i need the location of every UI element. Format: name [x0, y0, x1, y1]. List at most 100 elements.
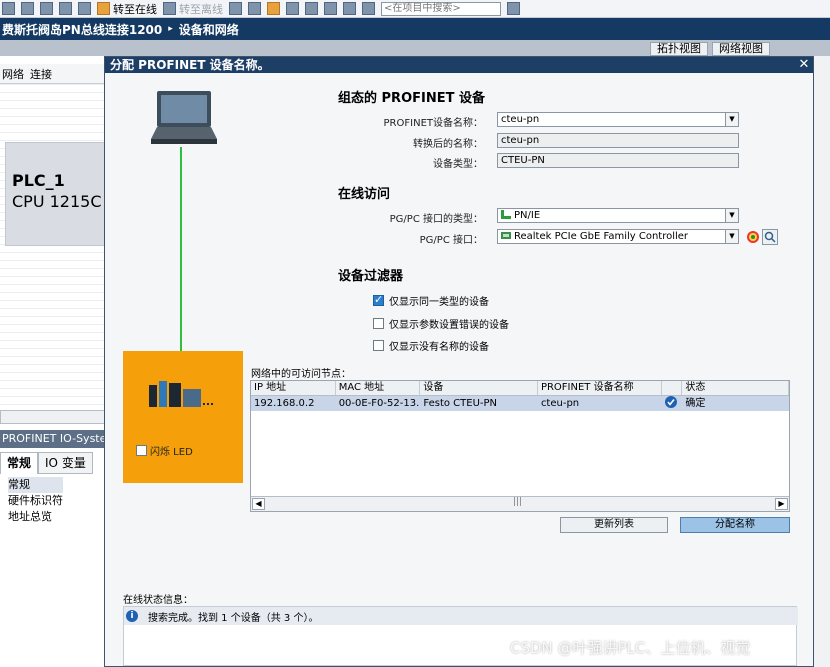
tab-topology-view[interactable]: 拓扑视图: [650, 42, 708, 56]
filter-no-name-checkbox[interactable]: 仅显示没有名称的设备: [373, 338, 489, 353]
cell-status-icon: [662, 396, 682, 411]
converted-name-label: 转换后的名称：: [413, 139, 483, 150]
view-tabs: 拓扑视图 网络视图: [650, 42, 770, 56]
tab-general[interactable]: 常规: [0, 452, 39, 474]
plc-name: PLC_1: [12, 171, 65, 190]
ok-check-icon: [665, 396, 678, 408]
split-vertical-icon[interactable]: [324, 2, 337, 15]
nav-item-address-overview[interactable]: 地址总览: [8, 509, 63, 525]
target-device-panel: 闪烁 LED: [123, 351, 243, 483]
scroll-left-icon[interactable]: ◀: [252, 498, 265, 510]
filter-same-type-label: 仅显示同一类型的设备: [389, 297, 489, 308]
chevron-down-icon[interactable]: ▼: [725, 230, 738, 243]
laptop-icon: [151, 91, 217, 144]
accessible-nodes-table: IP 地址 MAC 地址 设备 PROFINET 设备名称 状态 192.168…: [250, 380, 790, 512]
go-online-icon: [97, 2, 110, 15]
project-search-input[interactable]: <在项目中搜索>: [381, 1, 501, 16]
section-online-access: 在线访问: [338, 187, 391, 202]
scroll-grip-icon[interactable]: |||: [513, 497, 522, 507]
window-arrange-icon[interactable]: [362, 2, 375, 15]
tab-network-view[interactable]: 网络视图: [712, 42, 770, 56]
breadcrumb-section[interactable]: 设备和网络: [179, 21, 239, 38]
device-name-label: PROFINET设备名称：: [383, 118, 483, 129]
main-toolbar: 转至在线 转至离线 <在项目中搜索>: [0, 0, 830, 18]
simulation-icon[interactable]: [78, 2, 91, 15]
tab-network[interactable]: 网络: [2, 66, 24, 82]
filter-param-error-box[interactable]: [373, 318, 384, 329]
upload-icon[interactable]: [59, 2, 72, 15]
nav-item-hardware-id[interactable]: 硬件标识符: [8, 493, 63, 509]
cell-mac: 00-0E-F0-52-13...: [338, 398, 421, 409]
io-system-header: PROFINET IO-System: [0, 430, 106, 448]
cell-status: 确定: [685, 398, 706, 409]
close-icon[interactable]: ✕: [796, 57, 812, 73]
split-horizontal-icon[interactable]: [305, 2, 318, 15]
dialog-title-bar: 分配 PROFINET 设备名称。 ✕: [105, 57, 813, 73]
device-name-value: cteu-pn: [501, 114, 540, 125]
go-online-button[interactable]: 转至在线: [97, 1, 157, 17]
network-card-icon: [501, 232, 511, 239]
ethernet-icon: [501, 210, 511, 219]
pgpc-type-value: PN/IE: [514, 210, 541, 221]
blink-led-box[interactable]: [136, 445, 147, 456]
column-header-device[interactable]: 设备: [420, 381, 538, 395]
download-icon[interactable]: [40, 2, 53, 15]
network-canvas[interactable]: [0, 84, 106, 410]
column-header-profinet-name[interactable]: PROFINET 设备名称: [538, 381, 663, 395]
blink-led-label: 闪烁 LED: [150, 447, 193, 458]
assign-name-button[interactable]: 分配名称: [680, 517, 790, 533]
canvas-scrollbar[interactable]: [0, 410, 106, 424]
cross-reference-icon[interactable]: [286, 2, 299, 15]
pgpc-interface-label: PG/PC 接口：: [419, 235, 483, 246]
go-online-label: 转至在线: [113, 2, 157, 16]
status-message: 搜索完成。找到 1 个设备（共 3 个）。: [148, 612, 319, 624]
undo-icon[interactable]: [2, 2, 15, 15]
column-header-icon[interactable]: [662, 381, 683, 395]
assign-device-name-dialog: 分配 PROFINET 设备名称。 ✕ 闪烁 LED 组态的 PROFINET …: [104, 56, 814, 667]
column-header-ip[interactable]: IP 地址: [251, 381, 336, 395]
device-type-field: CTEU-PN: [497, 153, 739, 168]
nav-item-general[interactable]: 常规: [8, 477, 63, 493]
plc-device-box[interactable]: PLC_1 CPU 1215C: [5, 142, 106, 246]
go-offline-label: 转至离线: [179, 2, 223, 16]
chevron-down-icon[interactable]: ▼: [725, 113, 738, 126]
column-header-status[interactable]: 状态: [682, 381, 789, 395]
table-scrollbar[interactable]: ◀ ||| ▶: [251, 496, 789, 511]
device-name-field[interactable]: cteu-pn ▼: [497, 112, 739, 127]
compile-icon[interactable]: [21, 2, 34, 15]
stop-cpu-icon[interactable]: [267, 2, 280, 15]
connection-status-icon[interactable]: [746, 230, 760, 244]
filter-same-type-box[interactable]: [373, 293, 384, 306]
window-icon[interactable]: [343, 2, 356, 15]
breadcrumb-project[interactable]: 费斯托阀岛PN总线连接1200: [2, 21, 162, 38]
filter-same-type-checkbox[interactable]: 仅显示同一类型的设备: [373, 293, 489, 308]
search-go-icon[interactable]: [507, 2, 520, 15]
blink-led-checkbox[interactable]: 闪烁 LED: [136, 443, 193, 458]
valve-terminal-icon: [149, 381, 213, 407]
go-offline-button[interactable]: 转至离线: [163, 1, 223, 17]
search-icon[interactable]: [762, 229, 778, 245]
properties-nav: 常规 硬件标识符 地址总览: [8, 477, 63, 525]
filter-param-error-checkbox[interactable]: 仅显示参数设置错误的设备: [373, 316, 509, 331]
pgpc-type-label: PG/PC 接口的类型：: [389, 214, 483, 225]
filter-no-name-box[interactable]: [373, 340, 384, 351]
chevron-down-icon[interactable]: ▼: [725, 209, 738, 222]
tab-io-tags[interactable]: IO 变量: [38, 452, 93, 474]
pgpc-type-select[interactable]: PN/IE ▼: [497, 208, 739, 223]
accessible-devices-icon[interactable]: [229, 2, 242, 15]
go-offline-icon: [163, 2, 176, 15]
column-header-mac[interactable]: MAC 地址: [336, 381, 421, 395]
pgpc-interface-select[interactable]: Realtek PCIe GbE Family Controller ▼: [497, 229, 739, 244]
start-cpu-icon[interactable]: [248, 2, 261, 15]
network-editor-tabs: 网络 连接: [0, 64, 106, 84]
refresh-list-button[interactable]: 更新列表: [560, 517, 668, 533]
tab-connections[interactable]: 连接: [30, 66, 52, 82]
watermark: CSDN @叶强讲PLC、上位机、视觉: [510, 639, 751, 657]
cell-ip: 192.168.0.2: [254, 398, 315, 409]
scroll-right-icon[interactable]: ▶: [775, 498, 788, 510]
table-row[interactable]: 192.168.0.2 00-0E-F0-52-13... Festo CTEU…: [251, 396, 789, 411]
online-status-label: 在线状态信息：: [123, 595, 193, 606]
accessible-nodes-label: 网络中的可访问节点：: [251, 369, 351, 380]
pgpc-interface-value: Realtek PCIe GbE Family Controller: [514, 231, 689, 242]
breadcrumb-arrow-icon: ▸: [168, 24, 173, 34]
